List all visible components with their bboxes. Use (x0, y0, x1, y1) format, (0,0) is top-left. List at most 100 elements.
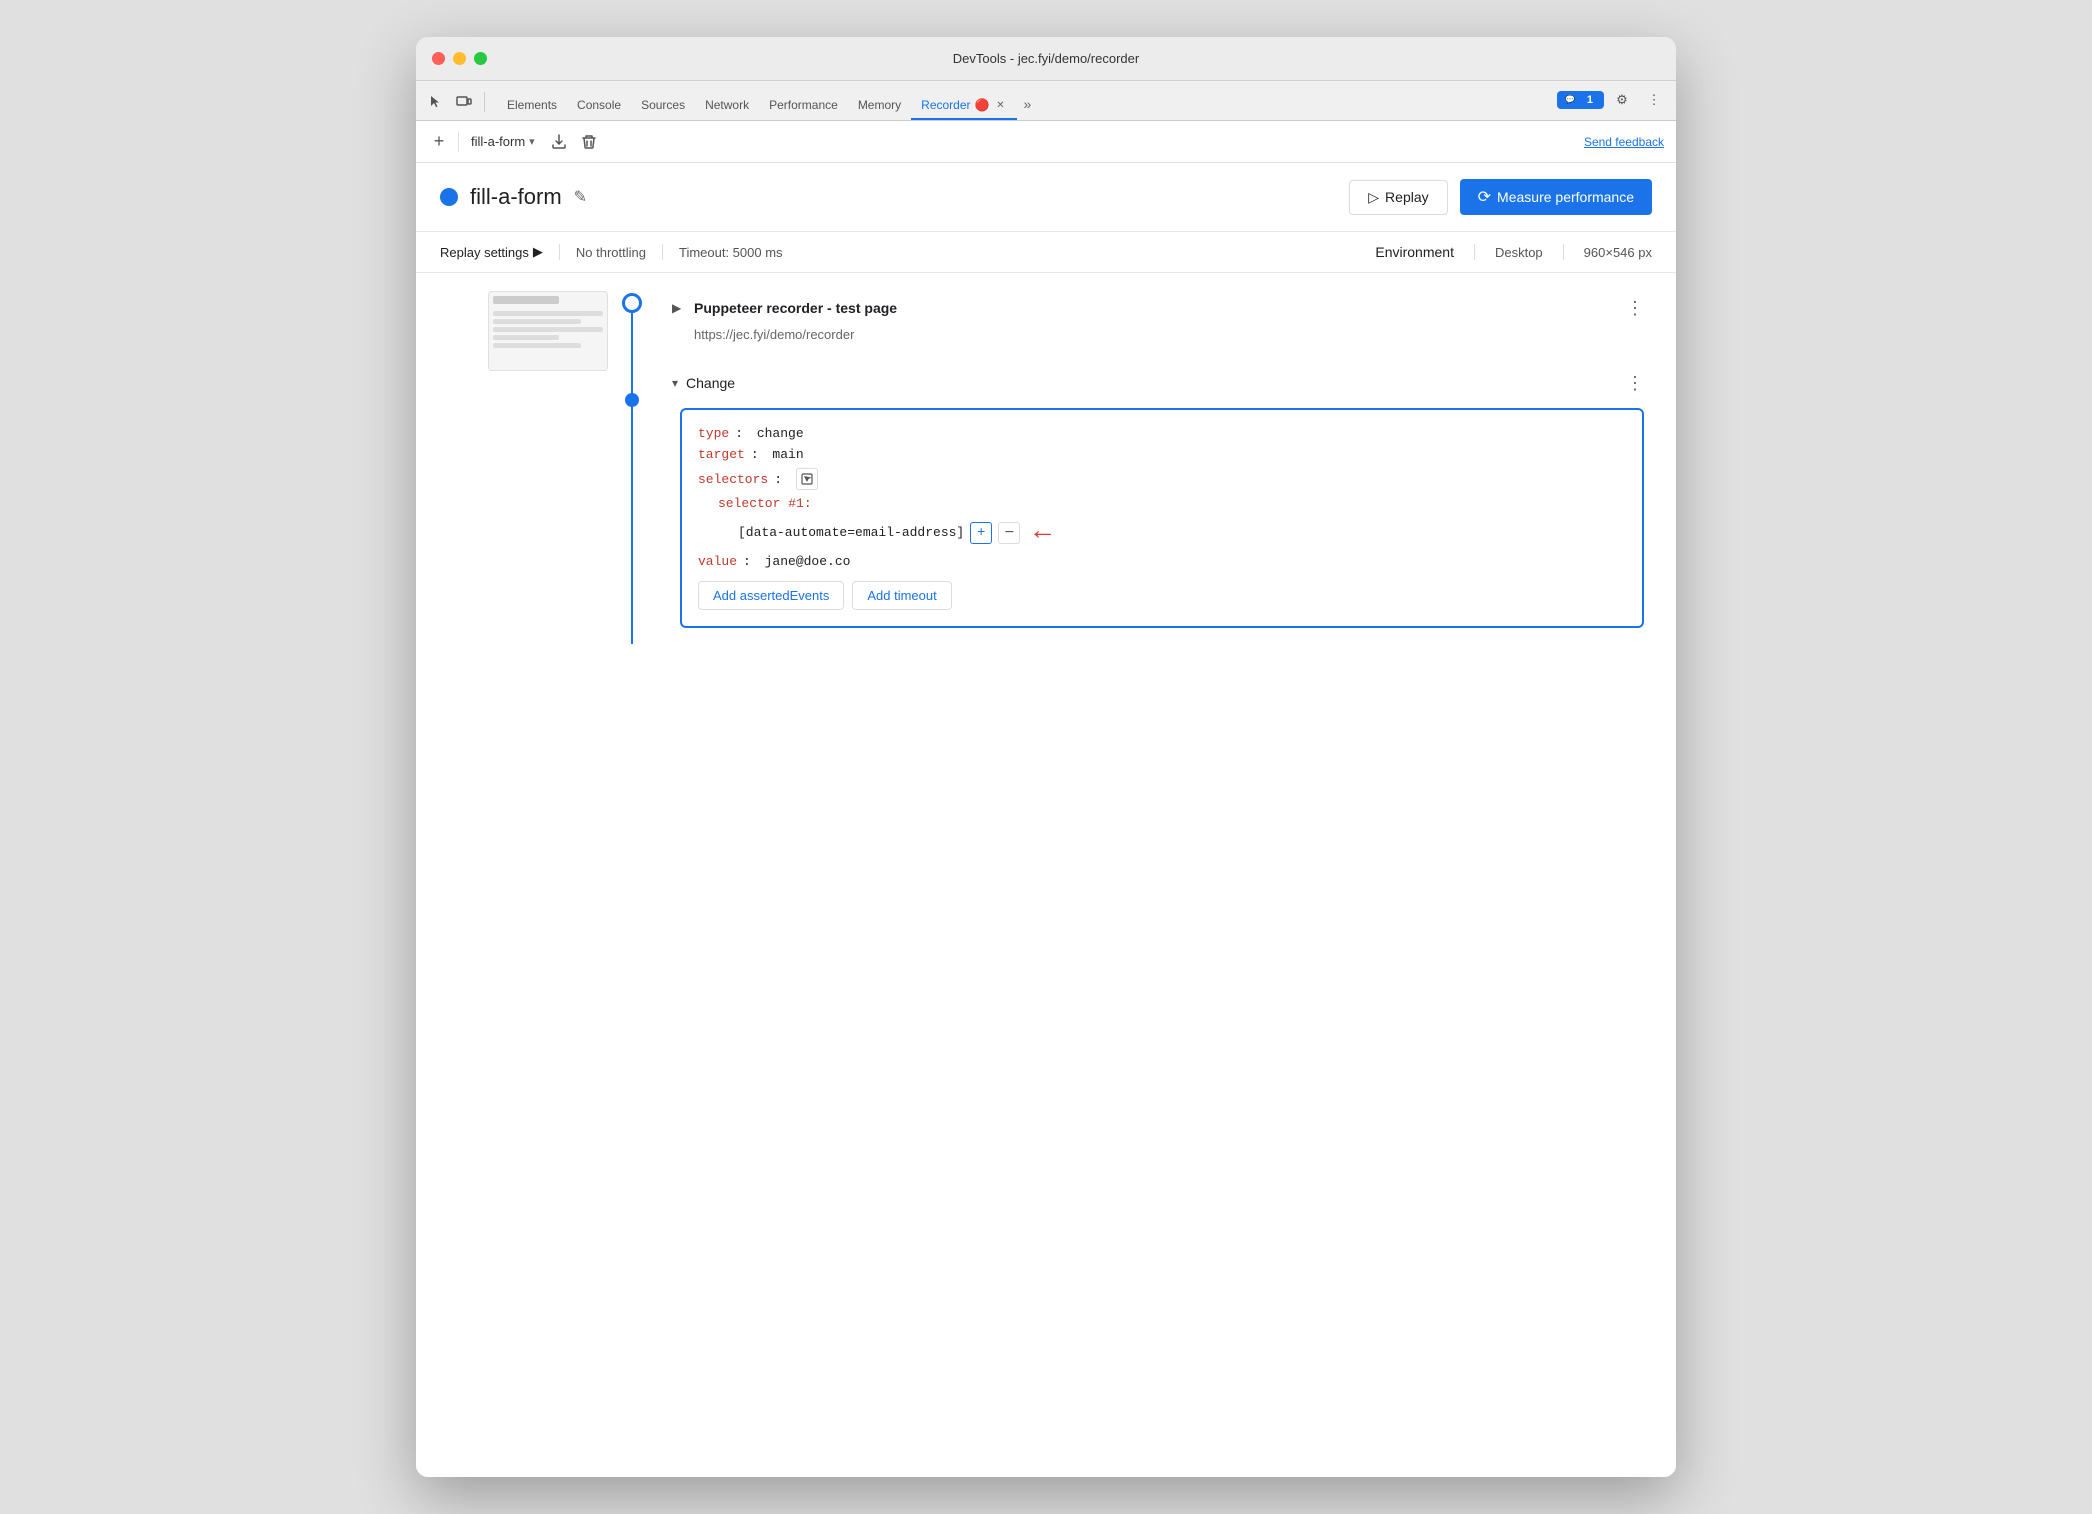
chat-badge-button[interactable]: 💬 1 (1557, 91, 1604, 109)
recording-selector[interactable]: fill-a-form ▾ (467, 134, 539, 149)
env-divider-1 (1474, 244, 1475, 260)
code-selectors-line: selectors : (698, 468, 1626, 490)
code-value-key: value (698, 554, 737, 569)
selector-remove-button[interactable]: − (998, 522, 1020, 544)
code-type-value: change (757, 426, 804, 441)
add-recording-button[interactable]: + (428, 131, 450, 153)
settings-divider-1 (559, 244, 560, 260)
step1-more-button[interactable]: ⋮ (1626, 299, 1644, 317)
tab-elements[interactable]: Elements (497, 92, 567, 120)
recorder-tab-icon: 🔴 (975, 98, 990, 112)
settings-right: Environment Desktop 960×546 px (1375, 244, 1652, 260)
delete-recording-button[interactable] (577, 130, 601, 154)
recording-actions: ▷ Replay ⟳ Measure performance (1349, 179, 1652, 215)
change-step-header[interactable]: ▾ Change ⋮ (656, 366, 1660, 400)
code-type-key: type (698, 426, 729, 441)
code-action-buttons: Add assertedEvents Add timeout (698, 581, 1626, 610)
timeline-node-1 (622, 293, 642, 313)
timeline-and-content: ▶ Puppeteer recorder - test page ⋮ https… (616, 289, 1660, 644)
red-arrow-indicator: ← (1034, 517, 1051, 548)
export-recording-button[interactable] (547, 130, 571, 154)
tab-recorder[interactable]: Recorder 🔴 ✕ (911, 92, 1017, 120)
toolbar-separator-1 (458, 132, 459, 152)
selector-arrow-icon: ▾ (529, 135, 535, 148)
environment-label: Environment (1375, 244, 1454, 260)
traffic-lights (432, 52, 487, 65)
settings-divider-2 (662, 244, 663, 260)
steps-sidebar (416, 289, 616, 644)
steps-content: ▶ Puppeteer recorder - test page ⋮ https… (648, 289, 1660, 644)
edit-recording-name-button[interactable]: ✎ (574, 187, 587, 207)
code-target-key: target (698, 447, 745, 462)
window-title: DevTools - jec.fyi/demo/recorder (953, 51, 1139, 66)
code-selectors-key: selectors (698, 472, 768, 487)
tab-right-actions: 💬 1 ⚙ ⋮ (1557, 86, 1668, 120)
replay-settings-bar: Replay settings ▶ No throttling Timeout:… (416, 232, 1676, 273)
code-type-line: type : change (698, 426, 1626, 441)
settings-chevron-icon: ▶ (533, 244, 543, 260)
step2-code-block: type : change target : main selectors (680, 408, 1644, 628)
device-value: Desktop (1495, 245, 1543, 260)
replay-button[interactable]: ▷ Replay (1349, 180, 1447, 215)
step1-url: https://jec.fyi/demo/recorder (678, 327, 1660, 350)
minimize-button[interactable] (453, 52, 466, 65)
step2-more-button[interactable]: ⋮ (1626, 374, 1644, 392)
tab-performance[interactable]: Performance (759, 92, 848, 120)
step1-thumbnail (480, 291, 608, 371)
replay-settings-label[interactable]: Replay settings ▶ (440, 244, 543, 260)
device-toolbar-icon[interactable] (452, 90, 476, 114)
add-timeout-button[interactable]: Add timeout (852, 581, 951, 610)
tab-console[interactable]: Console (567, 92, 631, 120)
code-selector1-label: selector #1: (718, 496, 812, 511)
code-selector1-value-line: [data-automate=email-address] + − ← (738, 517, 1626, 548)
tab-memory[interactable]: Memory (848, 92, 911, 120)
code-selector1-value: [data-automate=email-address] (738, 525, 964, 540)
recording-name: fill-a-form (470, 184, 562, 210)
tab-sources[interactable]: Sources (631, 92, 695, 120)
timeout-value: Timeout: 5000 ms (679, 245, 783, 260)
title-bar: DevTools - jec.fyi/demo/recorder (416, 37, 1676, 81)
timeline-node-2 (625, 393, 639, 407)
step1-expand-icon: ▶ (672, 301, 686, 315)
resolution-value: 960×546 px (1584, 245, 1652, 260)
selector-inspect-button[interactable] (796, 468, 818, 490)
step-navigate: ▶ Puppeteer recorder - test page ⋮ https… (656, 289, 1660, 350)
tab-left-icons (424, 90, 489, 120)
recording-title-section: fill-a-form ✎ (440, 184, 587, 210)
more-tabs-button[interactable]: » (1017, 90, 1037, 120)
code-target-line: target : main (698, 447, 1626, 462)
step2-expand-icon: ▾ (672, 376, 678, 390)
devtools-tabs-bar: Elements Console Sources Network Perform… (416, 81, 1676, 121)
close-button[interactable] (432, 52, 445, 65)
step2-title: Change (686, 375, 735, 391)
code-value-line: value : jane@doe.co (698, 554, 1626, 569)
settings-left: Replay settings ▶ No throttling Timeout:… (440, 244, 783, 260)
measure-icon: ⟳ (1478, 187, 1491, 207)
devtools-window: DevTools - jec.fyi/demo/recorder Element… (416, 37, 1676, 1477)
tab-network[interactable]: Network (695, 92, 759, 120)
maximize-button[interactable] (474, 52, 487, 65)
svg-text:💬: 💬 (1565, 94, 1575, 104)
measure-performance-button[interactable]: ⟳ Measure performance (1460, 179, 1652, 215)
add-asserted-events-button[interactable]: Add assertedEvents (698, 581, 844, 610)
selector-add-button[interactable]: + (970, 522, 992, 544)
recorder-main: fill-a-form ✎ ▷ Replay ⟳ Measure perform… (416, 163, 1676, 1477)
tab-separator (484, 92, 485, 112)
step-change: ▾ Change ⋮ type : change (656, 366, 1660, 628)
code-target-value: main (772, 447, 803, 462)
customize-icon[interactable]: ⋮ (1640, 86, 1668, 114)
cursor-icon[interactable] (424, 90, 448, 114)
step1-title: Puppeteer recorder - test page (694, 300, 897, 316)
settings-icon[interactable]: ⚙ (1608, 86, 1636, 114)
code-selector1-line: selector #1: (718, 496, 1626, 511)
env-divider-2 (1563, 244, 1564, 260)
recording-status-dot (440, 188, 458, 206)
send-feedback-link[interactable]: Send feedback (1584, 135, 1664, 149)
play-icon: ▷ (1368, 189, 1379, 206)
step-navigate-header[interactable]: ▶ Puppeteer recorder - test page ⋮ (656, 289, 1660, 327)
recorder-tab-close[interactable]: ✕ (993, 98, 1007, 112)
timeline-line (631, 303, 633, 644)
recorder-toolbar: + fill-a-form ▾ Send feedback (416, 121, 1676, 163)
code-value-val: jane@doe.co (765, 554, 851, 569)
steps-area: ▶ Puppeteer recorder - test page ⋮ https… (416, 273, 1676, 660)
